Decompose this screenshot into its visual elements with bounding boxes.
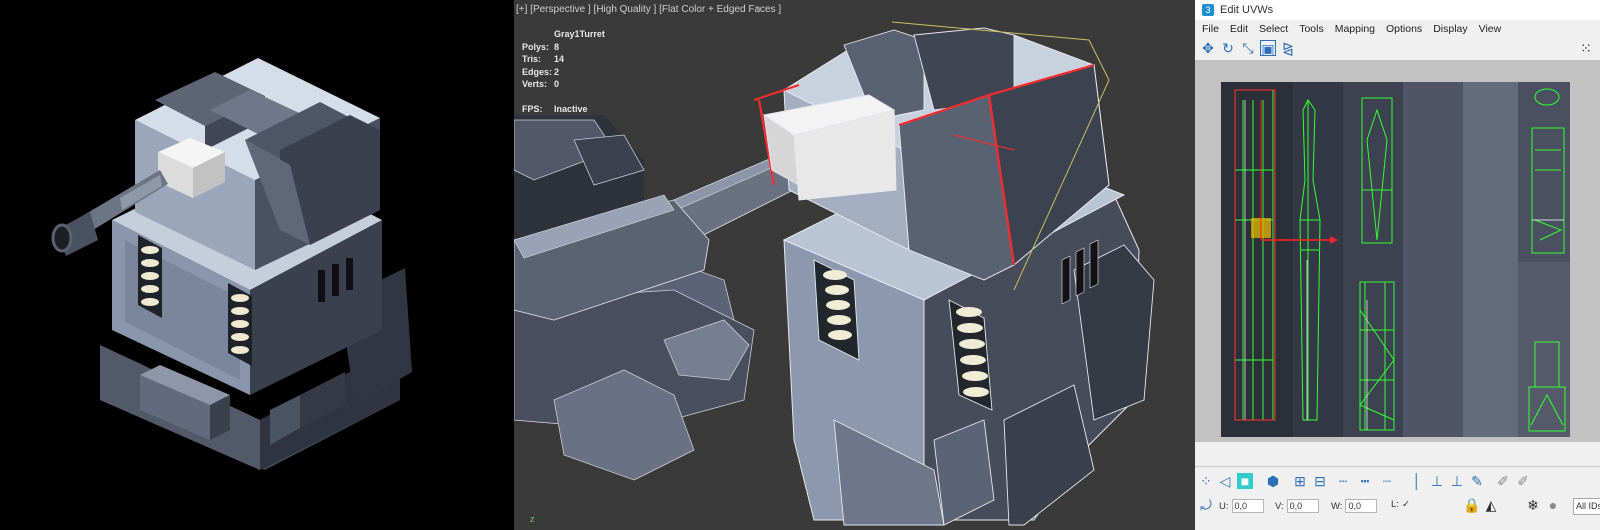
all-ids-dropdown[interactable]: All IDs xyxy=(1573,498,1600,515)
u-label: U: xyxy=(1219,500,1229,512)
statistics-overlay: Gray1Turret Polys: 8 Tris: 14 Edges: 2 Vert… xyxy=(522,28,605,115)
fps-key: FPS: xyxy=(522,103,543,114)
menu-display[interactable]: Display xyxy=(1433,23,1467,35)
grid-icon[interactable]: ⁙ xyxy=(1578,40,1594,56)
stat-key: Tris: xyxy=(522,54,542,64)
viewport-scene[interactable] xyxy=(514,0,1195,530)
l-field[interactable]: L: ✓ xyxy=(1391,499,1410,510)
u-input[interactable]: 0,0 xyxy=(1231,499,1264,513)
w-label: W: xyxy=(1331,500,1343,512)
perspective-viewport[interactable]: [+] [Perspective ] [High Quality ] [Flat… xyxy=(514,0,1195,530)
check-icon[interactable]: ✓ xyxy=(1402,499,1410,510)
weld-icon[interactable]: ⊥ xyxy=(1449,473,1465,489)
hide-icon[interactable]: ● xyxy=(1545,497,1561,513)
ring-icon[interactable]: ┅ xyxy=(1357,473,1373,489)
grow-selection-icon[interactable]: ⊞ xyxy=(1292,473,1308,489)
menu-options[interactable]: Options xyxy=(1386,23,1422,35)
loop-icon[interactable]: ┄ xyxy=(1335,473,1351,489)
turret-render-image xyxy=(51,58,412,470)
stat-value: 0 xyxy=(554,79,560,89)
ring-shrink-icon[interactable]: ┈ xyxy=(1379,473,1395,489)
filter-icon[interactable]: ▾ xyxy=(756,3,762,16)
select-vertex-icon[interactable]: ⁘ xyxy=(1198,473,1214,489)
select-edge-icon[interactable]: ◁ xyxy=(1217,473,1233,489)
stat-value: 2 xyxy=(554,66,560,77)
stat-value: 14 xyxy=(554,54,565,64)
paint-deselect-icon[interactable]: ✐ xyxy=(1515,473,1531,489)
menu-view[interactable]: View xyxy=(1479,23,1502,35)
w-input[interactable]: 0,0 xyxy=(1345,499,1378,513)
window-title: Edit UVWs xyxy=(1220,4,1274,16)
app-icon: 3 xyxy=(1202,4,1214,16)
viewport-label-menu[interactable]: [+] [Perspective ] [High Quality ] [Flat… xyxy=(516,4,781,15)
w-coord-field[interactable]: W: 0,0 xyxy=(1331,499,1378,513)
uv-toolbar: ✥ ↻ ⤡ ▣ ⧎ ⁙ xyxy=(1195,37,1600,59)
uv-layout[interactable] xyxy=(1195,60,1600,442)
uv-editor-canvas[interactable] xyxy=(1195,60,1600,442)
edit-uvws-window[interactable]: 3 Edit UVWs File Edit Select Tools Mappi… xyxy=(1195,0,1600,530)
v-input[interactable]: 0,0 xyxy=(1286,499,1319,513)
transform-type-in: ⤾ U: 0,0 V: 0,0 W: 0,0 L: ✓ 🔒 ◭ ❄ ● All IDs xyxy=(1195,497,1600,515)
move-icon[interactable]: ✥ xyxy=(1200,40,1216,56)
rotate-icon[interactable]: ↻ xyxy=(1220,40,1236,56)
soft-select-icon[interactable]: ◭ xyxy=(1483,497,1499,513)
stat-row-edges: Edges: 2 xyxy=(522,66,605,79)
snowflake-icon[interactable]: ❄ xyxy=(1525,497,1541,513)
mirror-icon[interactable]: ⧎ xyxy=(1280,40,1296,56)
align-icon[interactable]: │ xyxy=(1409,473,1425,489)
stitch-icon[interactable]: ⊥ xyxy=(1429,473,1445,489)
select-element-icon[interactable]: ⬢ xyxy=(1265,473,1281,489)
title-bar[interactable]: 3 Edit UVWs xyxy=(1195,0,1600,20)
axis-gizmo-label: z xyxy=(530,514,535,524)
brush-icon[interactable]: ✎ xyxy=(1469,473,1485,489)
stat-key: Polys: xyxy=(522,41,550,52)
lock-icon[interactable]: 🔒 xyxy=(1463,497,1480,513)
stat-value: 8 xyxy=(554,41,560,52)
menu-edit[interactable]: Edit xyxy=(1230,23,1248,35)
l-label: L: xyxy=(1391,499,1399,510)
stat-row-verts: Verts: 0 xyxy=(522,78,605,91)
v-coord-field[interactable]: V: 0,0 xyxy=(1275,499,1319,513)
fps-value: Inactive xyxy=(554,103,588,114)
menu-tools[interactable]: Tools xyxy=(1299,23,1324,35)
paint-select-icon[interactable]: ✐ xyxy=(1495,473,1511,489)
render-preview-panel xyxy=(0,0,514,530)
absolute-mode-icon[interactable]: ⤾ xyxy=(1198,497,1214,513)
stat-row-tris: Tris: 14 xyxy=(522,53,605,66)
menu-file[interactable]: File xyxy=(1202,23,1219,35)
menu-bar: File Edit Select Tools Mapping Options D… xyxy=(1195,20,1600,37)
scale-icon[interactable]: ⤡ xyxy=(1240,40,1256,56)
stat-key: Edges: xyxy=(522,66,553,77)
object-name: Gray1Turret xyxy=(554,29,605,39)
select-face-icon[interactable]: ■ xyxy=(1237,473,1253,489)
v-label: V: xyxy=(1275,500,1284,512)
menu-mapping[interactable]: Mapping xyxy=(1335,23,1375,35)
stat-row-fps: FPS: Inactive xyxy=(522,103,605,116)
selection-toolbar: ⁘ ◁ ■ ⬢ ⊞ ⊟ ┄ ┅ ┈ │ ⊥ ⊥ ✎ ✐ ✐ xyxy=(1195,473,1600,491)
shrink-selection-icon[interactable]: ⊟ xyxy=(1312,473,1328,489)
stat-row-polys: Polys: 8 xyxy=(522,41,605,54)
menu-select[interactable]: Select xyxy=(1259,23,1288,35)
freeform-icon[interactable]: ▣ xyxy=(1260,40,1276,57)
stat-key: Verts: xyxy=(522,79,548,89)
uv-bottom-panel: ⁘ ◁ ■ ⬢ ⊞ ⊟ ┄ ┅ ┈ │ ⊥ ⊥ ✎ ✐ ✐ ⤾ U: 0,0 V:… xyxy=(1195,466,1600,530)
u-coord-field[interactable]: U: 0,0 xyxy=(1219,499,1264,513)
